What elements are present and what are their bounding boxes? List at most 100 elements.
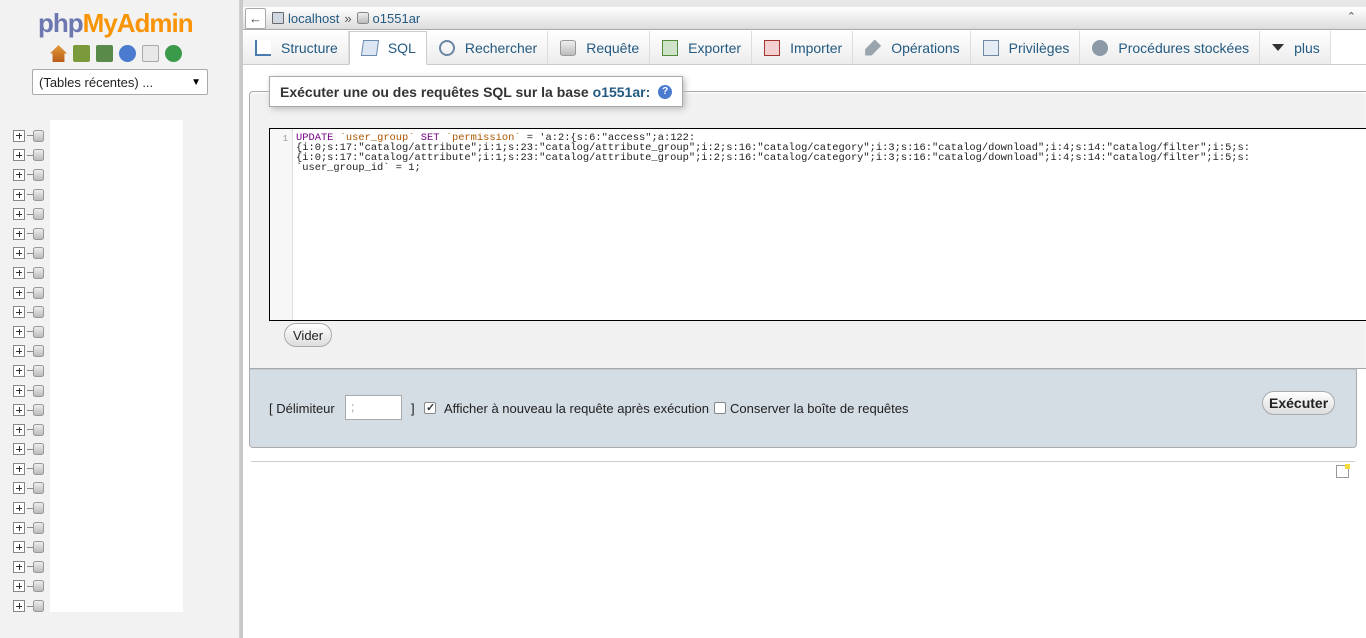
database-tree-item[interactable]	[13, 263, 44, 283]
tab-bar: Structure SQL Rechercher Requête Exporte…	[243, 31, 1366, 65]
expand-plus-icon[interactable]	[13, 247, 25, 260]
tab-query[interactable]: Requête	[548, 31, 651, 64]
database-tree-item[interactable]	[13, 459, 44, 479]
sql-where-line: `user_group_id` = 1;	[296, 162, 421, 173]
documentation-icon[interactable]	[142, 45, 159, 62]
help-icon[interactable]	[119, 45, 136, 62]
expand-plus-icon[interactable]	[13, 364, 25, 377]
home-icon[interactable]	[50, 45, 67, 62]
expand-plus-icon[interactable]	[13, 325, 25, 338]
database-tree-item[interactable]	[13, 400, 44, 420]
database-tree-item[interactable]	[13, 244, 44, 264]
database-icon	[33, 129, 44, 142]
database-icon	[33, 286, 44, 299]
recent-tables-select[interactable]: (Tables récentes) ... ▼	[32, 69, 208, 95]
database-tree-item[interactable]	[13, 342, 44, 362]
database-icon	[33, 600, 44, 613]
database-tree-item[interactable]	[13, 204, 44, 224]
sql-code[interactable]: UPDATE `user_group` SET `permission` = '…	[296, 133, 1364, 173]
retain-box-label[interactable]: Conserver la boîte de requêtes	[730, 401, 909, 416]
delimiter-input[interactable]: ;	[345, 395, 402, 420]
dropdown-arrow-icon	[1272, 44, 1285, 51]
database-icon	[33, 325, 44, 338]
expand-plus-icon[interactable]	[13, 129, 25, 142]
expand-plus-icon[interactable]	[13, 208, 25, 221]
database-tree-item[interactable]	[13, 557, 44, 577]
expand-plus-icon[interactable]	[13, 188, 25, 201]
database-tree-item[interactable]	[13, 479, 44, 499]
expand-plus-icon[interactable]	[13, 502, 25, 515]
database-tree-item[interactable]	[13, 361, 44, 381]
expand-plus-icon[interactable]	[13, 443, 25, 456]
database-tree-item[interactable]	[13, 322, 44, 342]
breadcrumb: ← localhost » o1551ar ⌃	[243, 7, 1366, 30]
exit-icon[interactable]	[73, 45, 90, 62]
show-again-label[interactable]: Afficher à nouveau la requête après exéc…	[444, 401, 709, 416]
divider	[251, 461, 1355, 462]
structure-icon	[255, 39, 271, 56]
expand-plus-icon[interactable]	[13, 600, 25, 613]
database-tree-item[interactable]	[13, 146, 44, 166]
expand-plus-icon[interactable]	[13, 541, 25, 554]
database-tree-item[interactable]	[13, 440, 44, 460]
database-icon	[33, 364, 44, 377]
database-icon	[33, 247, 44, 260]
expand-plus-icon[interactable]	[13, 384, 25, 397]
expand-plus-icon[interactable]	[13, 521, 25, 534]
tab-search[interactable]: Rechercher	[426, 31, 549, 64]
tab-sql[interactable]: SQL	[348, 31, 427, 65]
back-arrow-icon[interactable]: ←	[245, 7, 266, 29]
breadcrumb-server[interactable]: localhost	[288, 11, 339, 26]
database-tree-item[interactable]	[13, 224, 44, 244]
database-tree-item[interactable]	[13, 420, 44, 440]
phpmyadmin-logo[interactable]: phpMyAdmin	[38, 8, 194, 39]
database-tree-item[interactable]	[13, 185, 44, 205]
expand-plus-icon[interactable]	[13, 168, 25, 181]
database-tree-item[interactable]	[13, 537, 44, 557]
collapse-icon[interactable]: ⌃	[1347, 10, 1356, 23]
expand-plus-icon[interactable]	[13, 404, 25, 417]
database-tree-item[interactable]	[13, 126, 44, 146]
database-icon	[33, 580, 44, 593]
expand-plus-icon[interactable]	[13, 266, 25, 279]
tab-more[interactable]: plus	[1260, 31, 1331, 64]
expand-plus-icon[interactable]	[13, 227, 25, 240]
search-icon	[438, 39, 455, 56]
reload-icon[interactable]	[165, 45, 182, 62]
breadcrumb-database[interactable]: o1551ar	[373, 11, 421, 26]
show-again-checkbox[interactable]	[424, 401, 436, 414]
help-icon[interactable]: ?	[658, 84, 673, 99]
expand-plus-icon[interactable]	[13, 149, 25, 162]
database-tree-item[interactable]	[13, 596, 44, 616]
tab-import[interactable]: Importer	[752, 31, 854, 64]
panel-splitter[interactable]	[240, 0, 243, 638]
note-icon[interactable]	[1336, 464, 1350, 478]
database-icon	[33, 423, 44, 436]
tab-operations[interactable]: Opérations	[853, 31, 971, 64]
execute-button[interactable]: Exécuter	[1262, 391, 1336, 415]
expand-plus-icon[interactable]	[13, 286, 25, 299]
tab-export[interactable]: Exporter	[650, 31, 753, 64]
database-tree-item[interactable]	[13, 577, 44, 597]
expand-plus-icon[interactable]	[13, 580, 25, 593]
database-tree-item[interactable]	[13, 381, 44, 401]
database-tree-item[interactable]	[13, 518, 44, 538]
database-tree-item[interactable]	[13, 165, 44, 185]
database-tree-item[interactable]	[13, 302, 44, 322]
expand-plus-icon[interactable]	[13, 482, 25, 495]
tab-privileges[interactable]: Privilèges	[970, 31, 1081, 64]
expand-plus-icon[interactable]	[13, 560, 25, 573]
query-window-icon[interactable]	[96, 45, 113, 62]
expand-plus-icon[interactable]	[13, 423, 25, 436]
database-tree-item[interactable]	[13, 498, 44, 518]
tab-routines[interactable]: Procédures stockées	[1080, 31, 1261, 64]
expand-plus-icon[interactable]	[13, 306, 25, 319]
sql-query-editor[interactable]: 1 UPDATE `user_group` SET `permission` =…	[269, 128, 1366, 321]
clear-button[interactable]: Vider	[284, 323, 333, 347]
tab-structure[interactable]: Structure	[243, 31, 349, 64]
database-icon	[33, 502, 44, 515]
retain-box-checkbox[interactable]	[714, 402, 726, 414]
expand-plus-icon[interactable]	[13, 462, 25, 475]
expand-plus-icon[interactable]	[13, 345, 25, 358]
database-tree-item[interactable]	[13, 283, 44, 303]
